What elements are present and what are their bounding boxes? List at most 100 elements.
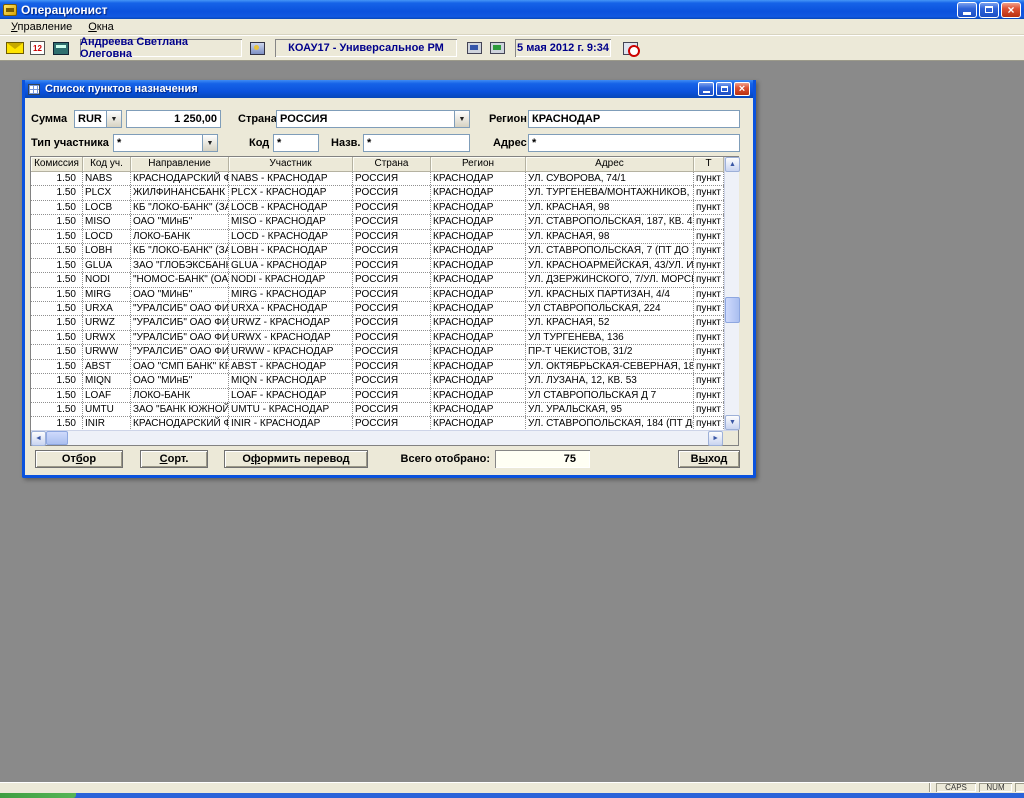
- table-cell: КРАСНОДАР: [431, 186, 526, 200]
- table-cell: КРАСНОДАР: [431, 359, 526, 374]
- dialog-titlebar: Список пунктов назначения ×: [25, 80, 753, 98]
- scroll-down-icon[interactable]: ▼: [725, 415, 740, 430]
- table-row[interactable]: 1.50 PLCX ЖИЛФИНАНСБАНК PLCX - КРАСНОДАР РОС…: [31, 186, 724, 201]
- operator-icon[interactable]: [248, 40, 267, 57]
- horizontal-scrollbar[interactable]: ◄ ►: [31, 431, 724, 446]
- window-title: Операционист: [21, 2, 108, 17]
- region-input[interactable]: [528, 110, 740, 128]
- table-cell: пункт: [694, 403, 724, 417]
- table-row[interactable]: 1.50 UMTU ЗАО "БАНК ЮЖНОЙ UMTU - КРАСНОДАР Р…: [31, 403, 724, 418]
- workstation-pc-icon[interactable]: [465, 40, 484, 57]
- table-cell: КРАСНОДАРСКИЙ Ф: [133, 417, 229, 430]
- sort-button[interactable]: Сорт.: [140, 450, 208, 468]
- session-clock-icon[interactable]: [621, 40, 640, 57]
- table-row[interactable]: 1.50 URWX "УРАЛСИБ" ОАО ФИ URWX - КРАСНОДАР…: [31, 330, 724, 346]
- calculator-icon[interactable]: [51, 40, 70, 57]
- table-cell: 1.50: [31, 374, 83, 388]
- table-row[interactable]: 1.50 MIRG ОАО "МИнБ" MIRG - КРАСНОДАР РОССИЯ…: [31, 287, 724, 302]
- country-select[interactable]: РОССИЯ ▼: [276, 110, 470, 128]
- column-header[interactable]: Регион: [431, 157, 526, 172]
- table-cell: 1.50: [31, 200, 83, 215]
- desktop: Операционист × Управление Окна 12 Андрее…: [0, 0, 1024, 798]
- calendar-icon[interactable]: 12: [28, 40, 47, 57]
- code-label: Код: [249, 137, 270, 149]
- code-input[interactable]: [273, 134, 319, 152]
- exit-button[interactable]: Выход: [678, 450, 740, 468]
- table-row[interactable]: 1.50 URWW "УРАЛСИБ" ОАО ФИ URWW - КРАСНОДАР…: [31, 345, 724, 360]
- table-cell: MIQN: [83, 374, 131, 388]
- dialog-minimize-button[interactable]: [698, 82, 714, 96]
- table-row[interactable]: 1.50 NODI "НОМОС-БАНК" (ОА NODI - КРАСНОДАР…: [31, 273, 724, 288]
- num-indicator: NUM: [979, 783, 1012, 792]
- table-row[interactable]: 1.50 ABST ОАО "СМП БАНК" КР ABST - КРАСНОДА…: [31, 359, 724, 375]
- table-row[interactable]: 1.50 LOBH КБ "ЛОКО-БАНК" (ЗА LOBH - КРАСНОД…: [31, 244, 724, 259]
- table-cell: УЛ. ЛУЗАНА, 12, КВ. 53: [526, 374, 694, 388]
- table-cell: УЛ. УРАЛЬСКАЯ, 95: [526, 403, 694, 417]
- make-transfer-button[interactable]: Оформить перевод: [224, 450, 368, 468]
- column-header[interactable]: Адрес: [526, 157, 694, 172]
- address-label: Адрес: [493, 137, 527, 149]
- table-cell: "УРАЛСИБ" ОАО ФИ: [133, 316, 229, 330]
- table-cell: КРАСНОДАР: [431, 229, 526, 244]
- chevron-down-icon[interactable]: ▼: [454, 111, 469, 127]
- column-header[interactable]: Т: [694, 157, 724, 172]
- minimize-button[interactable]: [957, 1, 977, 18]
- table-cell: ОАО "МИнБ": [131, 287, 229, 301]
- chevron-down-icon[interactable]: ▼: [202, 135, 217, 151]
- table-cell: пункт: [694, 244, 724, 258]
- horizontal-scroll-thumb[interactable]: [46, 431, 68, 445]
- filter-button[interactable]: Отбор: [35, 450, 123, 468]
- statusbar-separator: [929, 783, 931, 792]
- column-header[interactable]: Код уч.: [83, 157, 131, 172]
- table-cell: URWX: [83, 330, 131, 345]
- table-row[interactable]: 1.50 GLUA ЗАО "ГЛОБЭКСБАНК GLUA - КРАСНОДАР…: [31, 258, 724, 274]
- menu-okna[interactable]: Окна: [81, 20, 121, 34]
- start-button[interactable]: [0, 793, 76, 798]
- table-cell: URWW: [83, 345, 131, 359]
- table-cell: УЛ. КРАСНЫХ ПАРТИЗАН, 4/4: [526, 287, 694, 301]
- dialog-title: Список пунктов назначения: [45, 83, 198, 95]
- dialog-close-button[interactable]: ×: [734, 82, 750, 96]
- chevron-down-icon[interactable]: ▼: [106, 111, 121, 127]
- table-row[interactable]: 1.50 MISO ОАО "МИнБ" MISO - КРАСНОДАР РОССИЯ…: [31, 215, 724, 230]
- table-row[interactable]: 1.50 URXA "УРАЛСИБ" ОАО ФИ URXA - КРАСНОДАР…: [31, 301, 724, 317]
- table-row[interactable]: 1.50 URWZ "УРАЛСИБ" ОАО ФИ URWZ - КРАСНОДАР…: [31, 316, 724, 331]
- vertical-scroll-thumb[interactable]: [725, 297, 740, 323]
- table-cell: УЛ. СТАВРОПОЛЬСКАЯ, 7 (ПТ ДО 16:00: [526, 244, 694, 258]
- table-row[interactable]: 1.50 NABS КРАСНОДАРСКИЙ Ф NABS - КРАСНОДАР Р…: [31, 172, 724, 187]
- dialog-close-icon: ×: [738, 83, 746, 95]
- table-row[interactable]: 1.50 INIR КРАСНОДАРСКИЙ Ф INIR - КРАСНОДАР Р…: [31, 417, 724, 430]
- menubar: Управление Окна: [0, 19, 1024, 35]
- scroll-right-icon[interactable]: ►: [708, 431, 724, 446]
- table-cell: LOCB: [83, 200, 131, 215]
- scroll-left-icon[interactable]: ◄: [31, 431, 46, 446]
- table-row[interactable]: 1.50 LOAF ЛОКО-БАНК LOAF - КРАСНОДАР РОССИЯ К…: [31, 388, 724, 403]
- address-input[interactable]: [528, 134, 740, 152]
- mail-icon[interactable]: [5, 40, 24, 57]
- column-header[interactable]: Страна: [353, 157, 431, 172]
- table-row[interactable]: 1.50 MIQN ОАО "МИнБ" MIQN - КРАСНОДАР РОССИЯ…: [31, 374, 724, 389]
- vertical-scrollbar[interactable]: ▲ ▼: [724, 157, 740, 430]
- column-header[interactable]: Участник: [229, 157, 353, 172]
- dialog-maximize-button[interactable]: [716, 82, 732, 96]
- connection-pc-icon[interactable]: [488, 40, 507, 57]
- taskbar[interactable]: [0, 793, 1024, 798]
- table-cell: УЛ. ТУРГЕНЕВА/МОНТАЖНИКОВ, 138А: [526, 186, 694, 200]
- table-cell: ЛОКО-БАНК: [131, 388, 229, 402]
- table-cell: РОССИЯ: [353, 229, 431, 244]
- table-cell: PLCX: [83, 186, 131, 200]
- name-input[interactable]: [363, 134, 470, 152]
- table-row[interactable]: 1.50 LOCB КБ "ЛОКО-БАНК" (ЗА LOCB - КРАСНОД…: [31, 200, 724, 216]
- column-header[interactable]: Комиссия: [31, 157, 83, 172]
- table-row[interactable]: 1.50 LOCD ЛОКО-БАНК LOCD - КРАСНОДАР РОССИЯ К…: [31, 229, 724, 245]
- close-button[interactable]: ×: [1001, 1, 1021, 18]
- amount-input[interactable]: [126, 110, 221, 128]
- restore-button[interactable]: [979, 1, 999, 18]
- participant-type-select[interactable]: * ▼: [113, 134, 218, 152]
- currency-select[interactable]: RUR ▼: [74, 110, 122, 128]
- menu-upravlenie[interactable]: Управление: [4, 20, 79, 34]
- dialog-grid-icon: [28, 83, 40, 95]
- table-cell: УЛ СТАВРОПОЛЬСКАЯ, 224: [526, 301, 694, 316]
- scroll-up-icon[interactable]: ▲: [725, 157, 740, 172]
- column-header[interactable]: Направление: [131, 157, 229, 172]
